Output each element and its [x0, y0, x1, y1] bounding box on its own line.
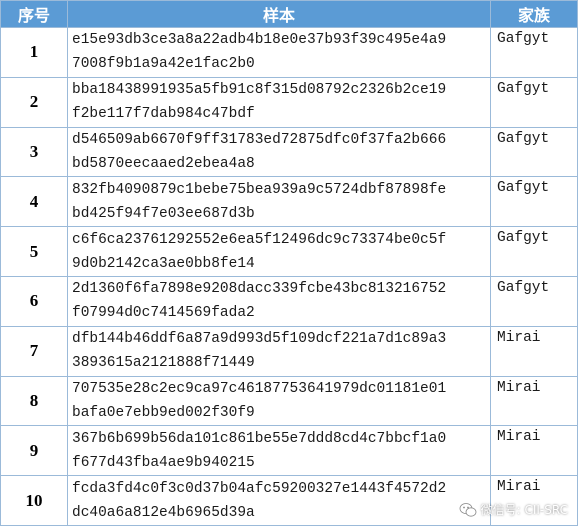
- row-index: 2: [0, 76, 68, 128]
- family-name: Gafgyt: [490, 27, 578, 78]
- sample-hash: dfb144b46ddf6a87a9d993d5f109dcf221a7d1c8…: [67, 325, 491, 377]
- sample-hash: fcda3fd4c0f3c0d37b04afc59200327e1443f457…: [67, 475, 491, 526]
- family-name: Mirai: [490, 375, 578, 427]
- header-sample: 样本: [67, 0, 491, 28]
- hash-line: 832fb4090879c1bebe75bea939a9c5724dbf8789…: [72, 181, 447, 198]
- header-family: 家族: [490, 0, 578, 28]
- hash-line: c6f6ca23761292552e6ea5f12496dc9c73374be0…: [72, 231, 447, 248]
- sample-hash: c6f6ca23761292552e6ea5f12496dc9c73374be0…: [67, 226, 491, 277]
- sample-hash: d546509ab6670f9ff31783ed72875dfc0f37fa2b…: [67, 126, 491, 178]
- watermark-text: 微信号: CII-SRC: [480, 503, 568, 517]
- family-name: Gafgyt: [490, 275, 578, 327]
- row-index: 9: [0, 425, 68, 477]
- row-index: 7: [0, 325, 68, 377]
- family-name: Mirai: [490, 425, 578, 477]
- family-name: Mirai: [490, 325, 578, 377]
- row-index: 4: [0, 176, 68, 228]
- sample-hash: 2d1360f6fa7898e9208dacc339fcbe43bc813216…: [67, 275, 491, 327]
- sample-hash: bba18438991935a5fb91c8f315d08792c2326b2c…: [67, 76, 491, 128]
- hash-line: bd425f94f7e03ee687d3b: [72, 205, 255, 222]
- table-row: 6 2d1360f6fa7898e9208dacc339fcbe43bc8132…: [0, 275, 578, 327]
- hash-line: d546509ab6670f9ff31783ed72875dfc0f37fa2b…: [72, 131, 447, 148]
- family-name: Gafgyt: [490, 226, 578, 277]
- row-index: 8: [0, 375, 68, 427]
- hash-line: e15e93db3ce3a8a22adb4b18e0e37b93f39c495e…: [72, 32, 447, 49]
- hash-line: f07994d0c7414569fada2: [72, 305, 255, 322]
- table-row: 5 c6f6ca23761292552e6ea5f12496dc9c73374b…: [0, 226, 578, 277]
- hash-line: 367b6b699b56da101c861be55e7ddd8cd4c7bbcf…: [72, 430, 447, 447]
- table-row: 2 bba18438991935a5fb91c8f315d08792c2326b…: [0, 76, 578, 128]
- table-header-row: 序号 样本 家族: [0, 0, 578, 28]
- sample-hash: 707535e28c2ec9ca97c46187753641979dc01181…: [67, 375, 491, 427]
- table-row: 7 dfb144b46ddf6a87a9d993d5f109dcf221a7d1…: [0, 325, 578, 377]
- hash-line: bafa0e7ebb9ed002f30f9: [72, 404, 255, 421]
- row-index: 6: [0, 275, 68, 327]
- row-index: 5: [0, 226, 68, 277]
- wechat-icon: [459, 502, 477, 517]
- family-name: Gafgyt: [490, 176, 578, 228]
- table-row: 1 e15e93db3ce3a8a22adb4b18e0e37b93f39c49…: [0, 27, 578, 78]
- row-index: 10: [0, 475, 68, 526]
- row-index: 3: [0, 126, 68, 178]
- hash-line: 3893615a2121888f71449: [72, 355, 255, 372]
- hash-line: dfb144b46ddf6a87a9d993d5f109dcf221a7d1c8…: [72, 331, 447, 348]
- malware-sample-table: 序号 样本 家族 1 e15e93db3ce3a8a22adb4b18e0e37…: [0, 0, 578, 526]
- family-name: Gafgyt: [490, 76, 578, 128]
- table-row: 9 367b6b699b56da101c861be55e7ddd8cd4c7bb…: [0, 425, 578, 477]
- hash-line: 2d1360f6fa7898e9208dacc339fcbe43bc813216…: [72, 281, 447, 298]
- hash-line: dc40a6a812e4b6965d39a: [72, 504, 255, 521]
- hash-line: bd5870eecaaed2ebea4a8: [72, 155, 255, 172]
- hash-line: 7008f9b1a9a42e1fac2b0: [72, 56, 255, 73]
- sample-hash: 832fb4090879c1bebe75bea939a9c5724dbf8789…: [67, 176, 491, 228]
- table-row: 8 707535e28c2ec9ca97c46187753641979dc011…: [0, 375, 578, 427]
- sample-hash: e15e93db3ce3a8a22adb4b18e0e37b93f39c495e…: [67, 27, 491, 78]
- header-index: 序号: [0, 0, 68, 28]
- hash-line: bba18438991935a5fb91c8f315d08792c2326b2c…: [72, 82, 447, 99]
- row-index: 1: [0, 27, 68, 78]
- sample-hash: 367b6b699b56da101c861be55e7ddd8cd4c7bbcf…: [67, 425, 491, 477]
- family-name: Gafgyt: [490, 126, 578, 178]
- hash-line: fcda3fd4c0f3c0d37b04afc59200327e1443f457…: [72, 480, 447, 497]
- hash-line: f2be117f7dab984c47bdf: [72, 106, 255, 123]
- hash-line: 9d0b2142ca3ae0bb8fe14: [72, 255, 255, 272]
- table-row: 3 d546509ab6670f9ff31783ed72875dfc0f37fa…: [0, 126, 578, 178]
- hash-line: f677d43fba4ae9b940215: [72, 454, 255, 471]
- watermark: 微信号: CII-SRC: [459, 501, 568, 518]
- table-row: 4 832fb4090879c1bebe75bea939a9c5724dbf87…: [0, 176, 578, 228]
- hash-line: 707535e28c2ec9ca97c46187753641979dc01181…: [72, 380, 447, 397]
